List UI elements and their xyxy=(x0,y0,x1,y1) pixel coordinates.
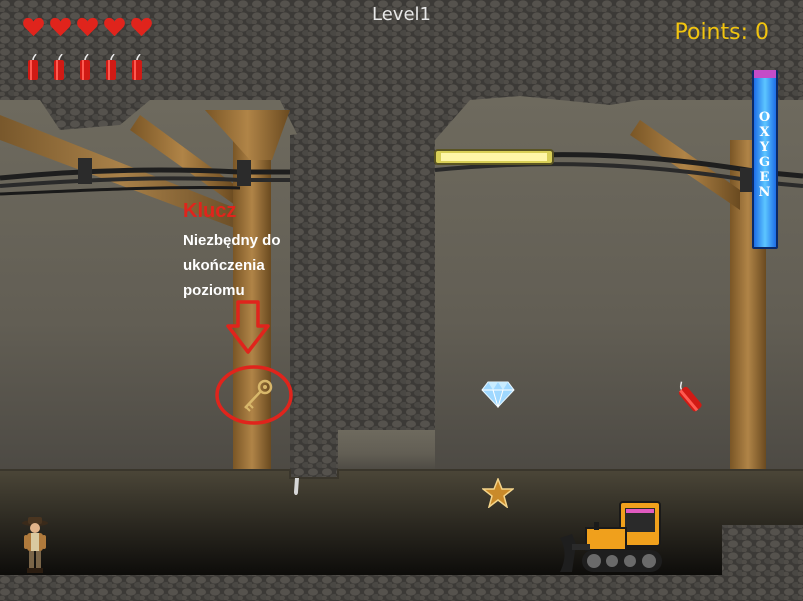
heart-icon xyxy=(131,17,152,37)
mine-scene xyxy=(0,0,803,601)
down-arrow-icon xyxy=(226,300,270,354)
dynamite-pickup[interactable] xyxy=(672,380,708,416)
star-icon[interactable] xyxy=(482,478,514,508)
dynamite-icon xyxy=(106,54,116,80)
bulldozer xyxy=(560,501,662,572)
dynamite-icon xyxy=(54,54,64,80)
hint-description: Niezbędny do ukończenia poziomu xyxy=(183,232,281,299)
dynamite-icon xyxy=(80,54,90,80)
oxygen-letter: G xyxy=(758,155,772,170)
heart-icon xyxy=(50,17,71,37)
heart-icon xyxy=(23,17,44,37)
oxygen-meter-cap xyxy=(754,70,776,78)
diamond-icon[interactable] xyxy=(481,380,515,408)
hint-title: Klucz xyxy=(183,200,237,222)
dynamite-icon xyxy=(28,54,38,80)
miner-player[interactable] xyxy=(20,515,50,575)
dynamite-icon xyxy=(132,54,142,80)
lives-hearts xyxy=(22,17,153,37)
drip xyxy=(294,478,299,495)
game-stage[interactable]: Level1 Points: 0 O X Y G E N Klucz Niezb… xyxy=(0,0,803,601)
points-counter: Points: 0 xyxy=(674,20,770,45)
oxygen-label: O X Y G E N xyxy=(756,110,774,200)
oxygen-letter: O xyxy=(758,110,772,125)
oxygen-letter: E xyxy=(759,170,771,185)
dynamite-inventory xyxy=(25,54,145,80)
heart-icon xyxy=(104,17,125,37)
oxygen-letter: X xyxy=(759,125,771,140)
oxygen-letter: N xyxy=(758,185,772,200)
oxygen-letter: Y xyxy=(759,140,771,155)
key-icon[interactable] xyxy=(240,378,274,412)
heart-icon xyxy=(77,17,98,37)
